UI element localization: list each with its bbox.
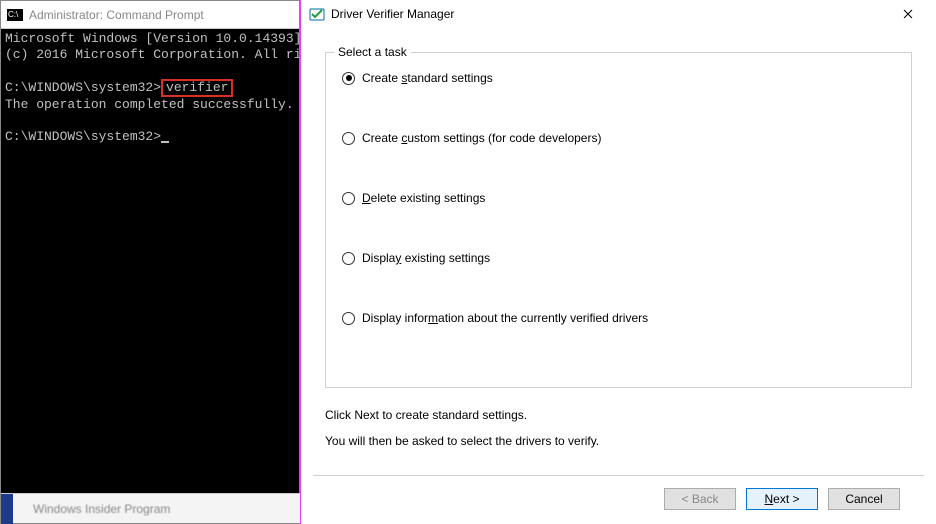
- cmd-line2: (c) 2016 Microsoft Corporation. All ri: [5, 47, 299, 62]
- dvm-body: Select a task Create standard settings C…: [301, 28, 936, 454]
- radio-icon: [342, 252, 355, 265]
- radio-icon: [342, 312, 355, 325]
- cancel-button[interactable]: Cancel: [828, 488, 900, 510]
- instruction-line2: You will then be asked to select the dri…: [325, 428, 912, 454]
- close-button[interactable]: [888, 1, 928, 27]
- dvm-title: Driver Verifier Manager: [331, 7, 454, 21]
- radio-display-info[interactable]: Display information about the currently …: [342, 311, 895, 325]
- cmd-title: Administrator: Command Prompt: [29, 8, 204, 22]
- task-group-label: Select a task: [334, 45, 411, 59]
- radio-create-custom[interactable]: Create custom settings (for code develop…: [342, 131, 895, 145]
- cmd-body[interactable]: Microsoft Windows [Version 10.0.14393] (…: [1, 29, 299, 493]
- cmd-prompt2: C:\WINDOWS\system32>: [5, 129, 161, 144]
- radio-icon: [342, 72, 355, 85]
- radio-display-existing[interactable]: Display existing settings: [342, 251, 895, 265]
- radio-label: Create standard settings: [362, 71, 493, 85]
- task-group: Select a task Create standard settings C…: [325, 52, 912, 388]
- taskbar-blur-text: Windows Insider Program: [33, 502, 170, 516]
- dvm-footer: < Back Next > Cancel: [313, 475, 924, 524]
- radio-delete-existing[interactable]: Delete existing settings: [342, 191, 895, 205]
- next-button[interactable]: Next >: [746, 488, 818, 510]
- radio-icon: [342, 192, 355, 205]
- cmd-command-highlight: verifier: [161, 79, 233, 97]
- radio-label: Display information about the currently …: [362, 311, 648, 325]
- driver-verifier-window: Driver Verifier Manager Select a task Cr…: [300, 0, 936, 524]
- back-button: < Back: [664, 488, 736, 510]
- cmd-cursor: [161, 141, 169, 143]
- close-icon: [903, 9, 913, 19]
- instruction-line1: Click Next to create standard settings.: [325, 402, 912, 428]
- radio-label: Delete existing settings: [362, 191, 485, 205]
- verifier-app-icon: [309, 6, 325, 22]
- taskbar-accent: [1, 494, 13, 524]
- radio-label: Create custom settings (for code develop…: [362, 131, 601, 145]
- cmd-result: The operation completed successfully.: [5, 97, 294, 112]
- cmd-window: C:\ Administrator: Command Prompt Micros…: [0, 0, 300, 524]
- radio-label: Display existing settings: [362, 251, 490, 265]
- cmd-prompt1: C:\WINDOWS\system32>: [5, 80, 161, 95]
- instruction-text: Click Next to create standard settings. …: [325, 402, 912, 454]
- cmd-icon: C:\: [7, 9, 23, 21]
- dvm-titlebar[interactable]: Driver Verifier Manager: [301, 0, 936, 28]
- radio-create-standard[interactable]: Create standard settings: [342, 71, 895, 85]
- cmd-line1: Microsoft Windows [Version 10.0.14393]: [5, 31, 299, 46]
- taskbar-sliver: Windows Insider Program: [1, 493, 301, 523]
- cmd-titlebar[interactable]: C:\ Administrator: Command Prompt: [1, 1, 299, 29]
- radio-icon: [342, 132, 355, 145]
